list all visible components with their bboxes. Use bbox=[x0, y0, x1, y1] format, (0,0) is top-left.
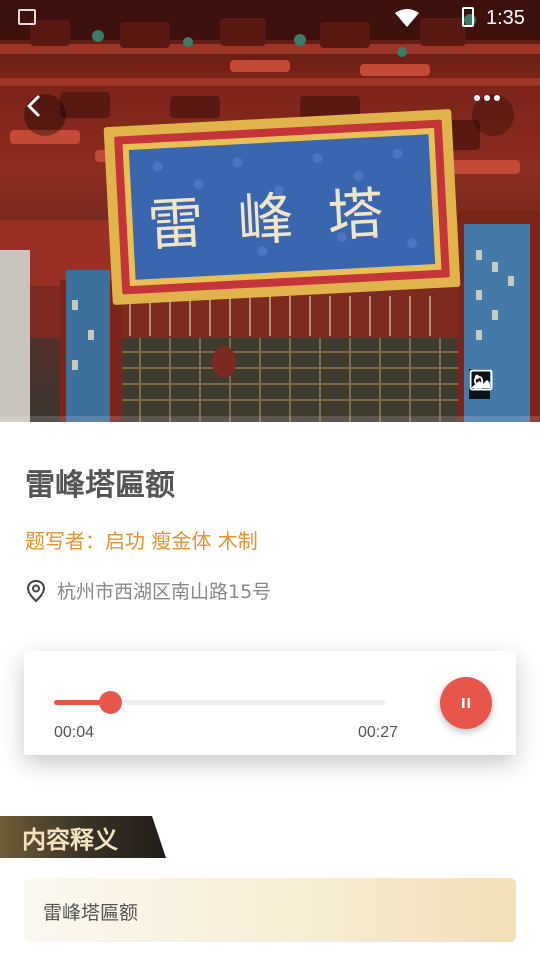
pause-icon bbox=[462, 698, 470, 708]
chevron-left-icon bbox=[27, 95, 40, 117]
page-title: 雷峰塔匾额 bbox=[25, 468, 175, 503]
more-button[interactable] bbox=[472, 94, 514, 136]
more-dots-icon bbox=[474, 95, 500, 101]
section-heading: 内容释义 bbox=[0, 816, 166, 858]
location-pin-icon bbox=[26, 579, 46, 602]
inscriber-text: 题写者：启功 瘦金体 木制 bbox=[25, 529, 258, 553]
audio-player: 00:04 00:27 bbox=[24, 651, 516, 755]
gallery-count-button[interactable]: 9 bbox=[469, 369, 493, 399]
pause-button[interactable] bbox=[440, 677, 492, 729]
temple-plaque-photo: 雷峰塔 bbox=[0, 0, 540, 422]
total-time: 00:27 bbox=[358, 724, 399, 741]
hero-photo[interactable]: 雷峰塔 1:35 9 bbox=[0, 0, 540, 422]
section-heading-text: 内容释义 bbox=[22, 825, 118, 854]
progress-thumb[interactable] bbox=[99, 691, 123, 714]
content-card: 雷峰塔匾额 bbox=[24, 878, 516, 942]
address-text: 杭州市西湖区南山路15号 bbox=[57, 581, 272, 603]
notification-icon bbox=[18, 9, 36, 25]
image-icon bbox=[469, 369, 493, 391]
progress-track[interactable] bbox=[54, 691, 385, 714]
current-time: 00:04 bbox=[54, 724, 95, 741]
status-bar: 1:35 bbox=[0, 0, 540, 36]
back-button[interactable] bbox=[24, 94, 66, 136]
content-text: 雷峰塔匾额 bbox=[43, 902, 139, 924]
address-row[interactable]: 杭州市西湖区南山路15号 bbox=[25, 577, 271, 604]
status-time: 1:35 bbox=[486, 7, 525, 29]
battery-icon bbox=[462, 7, 474, 27]
